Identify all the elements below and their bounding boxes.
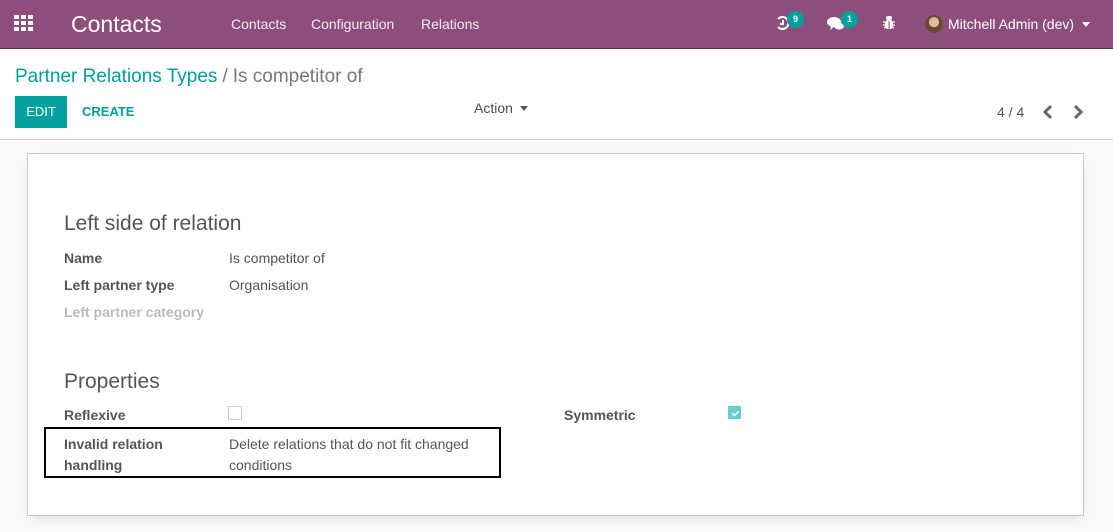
action-dropdown[interactable]: Action <box>474 100 528 116</box>
activity-button[interactable]: 9 <box>775 11 804 37</box>
chevron-right-icon <box>1073 104 1084 120</box>
field-label-name: Name <box>64 250 103 266</box>
chevron-left-icon <box>1042 104 1053 120</box>
messages-badge: 1 <box>841 11 858 28</box>
apps-grid-icon[interactable] <box>14 15 34 33</box>
pager-value[interactable]: 4 / 4 <box>997 104 1024 120</box>
field-value-left-partner-type: Organisation <box>229 277 309 293</box>
field-value-name: Is competitor of <box>229 250 325 266</box>
action-label: Action <box>474 100 513 116</box>
avatar <box>925 15 943 33</box>
symmetric-checkbox[interactable] <box>728 406 741 419</box>
debug-button[interactable] <box>882 15 896 36</box>
group-title-left-side: Left side of relation <box>64 212 242 235</box>
form-sheet: Left side of relation Name Is competitor… <box>27 153 1084 516</box>
messages-button[interactable]: 1 <box>827 11 858 37</box>
pager-previous-button[interactable] <box>1041 102 1061 122</box>
field-label-symmetric: Symmetric <box>564 407 636 423</box>
chevron-down-icon <box>1082 21 1091 27</box>
group-title-properties: Properties <box>64 370 160 393</box>
breadcrumb: Partner Relations Types / Is competitor of <box>15 66 363 88</box>
breadcrumb-separator: / <box>222 66 228 87</box>
app-title: Contacts <box>71 11 162 37</box>
user-name: Mitchell Admin (dev) <box>948 16 1075 32</box>
field-label-reflexive: Reflexive <box>64 407 126 423</box>
control-panel: Partner Relations Types / Is competitor of… <box>0 50 1113 140</box>
field-label-left-partner-type: Left partner type <box>64 277 175 293</box>
menu-contacts[interactable]: Contacts <box>231 16 286 32</box>
menu-configuration[interactable]: Configuration <box>311 16 394 32</box>
reflexive-checkbox[interactable] <box>228 406 242 420</box>
highlight-annotation-box <box>44 427 501 478</box>
breadcrumb-current: Is competitor of <box>232 66 363 87</box>
edit-button[interactable]: EDIT <box>15 96 67 128</box>
create-button[interactable]: CREATE <box>82 96 134 128</box>
field-label-left-partner-category: Left partner category <box>64 304 205 320</box>
user-menu[interactable]: Mitchell Admin (dev) <box>925 13 1091 35</box>
bug-icon <box>883 16 895 29</box>
caret-down-icon <box>519 105 528 111</box>
menu-relations[interactable]: Relations <box>421 16 479 32</box>
breadcrumb-parent[interactable]: Partner Relations Types <box>15 66 217 87</box>
top-navbar: Contacts Contacts Configuration Relation… <box>0 0 1113 49</box>
check-icon <box>731 410 740 417</box>
activity-badge: 9 <box>787 11 804 28</box>
pager-next-button[interactable] <box>1071 102 1091 122</box>
